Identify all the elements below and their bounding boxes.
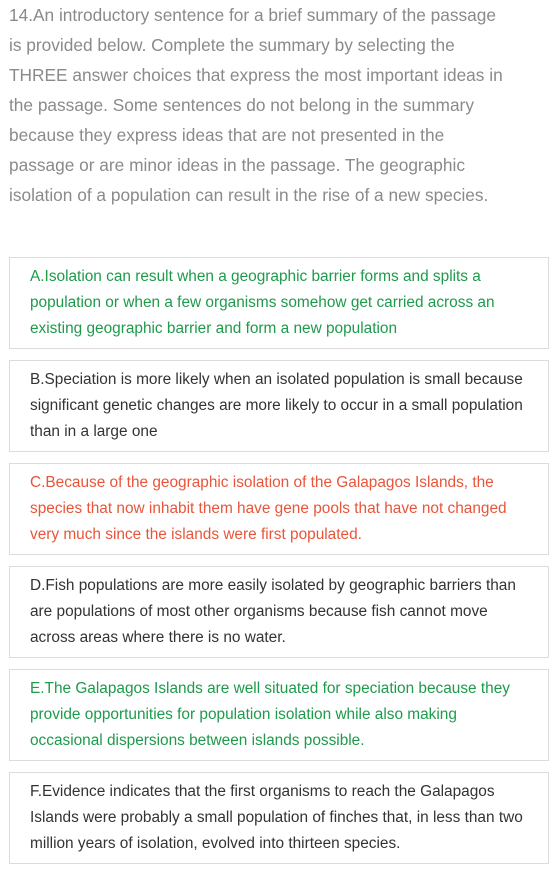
answer-option-c[interactable]: C.Because of the geographic isolation of…	[9, 463, 549, 555]
answer-options-list: A.Isolation can result when a geographic…	[9, 257, 549, 875]
answer-option-d[interactable]: D.Fish populations are more easily isola…	[9, 566, 549, 658]
answer-option-f[interactable]: F.Evidence indicates that the first orga…	[9, 772, 549, 864]
answer-option-e[interactable]: E.The Galapagos Islands are well situate…	[9, 669, 549, 761]
question-text: 14.An introductory sentence for a brief …	[9, 5, 503, 205]
answer-option-b[interactable]: B.Speciation is more likely when an isol…	[9, 360, 549, 452]
answer-option-a[interactable]: A.Isolation can result when a geographic…	[9, 257, 549, 349]
